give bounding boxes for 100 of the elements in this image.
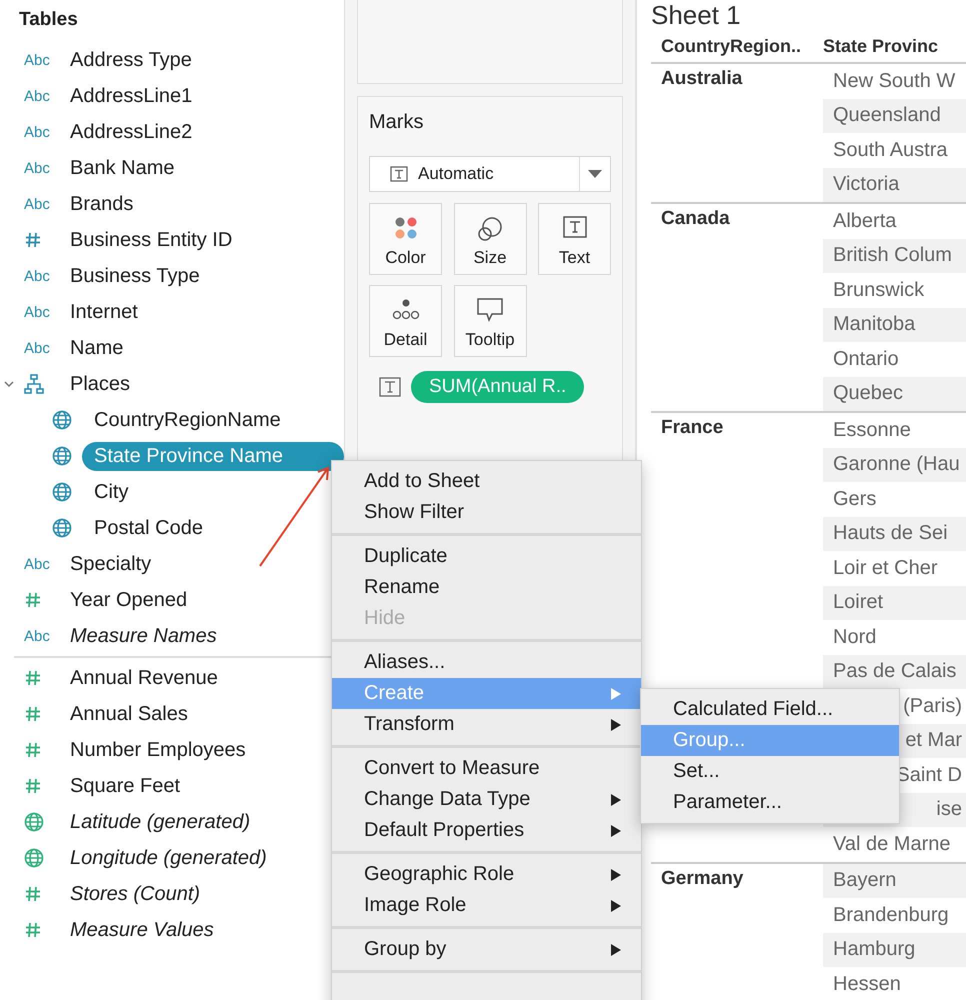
menu-item[interactable]: Aliases... <box>332 647 641 678</box>
field-item[interactable]: Annual Sales <box>58 700 200 728</box>
field-item[interactable]: Measure Names <box>58 622 229 650</box>
submenu-arrow-icon <box>611 688 621 700</box>
menu-item[interactable]: Calculated Field... <box>641 694 899 725</box>
table-cell: Loir et Cher <box>833 556 938 580</box>
string-type-icon: Abc <box>24 88 50 104</box>
field-item[interactable]: Latitude (generated) <box>58 808 262 836</box>
text-mark-icon <box>390 166 408 182</box>
field-item[interactable]: Number Employees <box>58 736 258 764</box>
field-item[interactable]: Internet <box>58 298 150 326</box>
mark-property-button[interactable]: Size <box>454 203 526 275</box>
string-type-icon: Abc <box>24 304 50 320</box>
field-item[interactable]: AddressLine2 <box>58 118 204 146</box>
field-item[interactable]: Year Opened <box>58 586 200 614</box>
menu-item[interactable]: Parameter... <box>641 787 899 818</box>
submenu-arrow-icon <box>611 794 621 806</box>
table-cell: France <box>661 417 724 438</box>
menu-item[interactable]: Set... <box>641 756 899 787</box>
table-cell: Val de Marne <box>833 832 950 856</box>
field-item[interactable]: Measure Values <box>58 916 226 944</box>
table-cell: Australia <box>661 68 742 89</box>
submenu-arrow-icon <box>611 718 621 730</box>
field-item[interactable]: City <box>82 478 140 506</box>
string-type-icon: Abc <box>24 160 50 176</box>
field-item[interactable]: Address Type <box>58 46 204 74</box>
column-header: CountryRegion.. <box>660 36 802 56</box>
table-cell: ise <box>936 798 962 822</box>
table-cell: et Mar <box>905 729 962 752</box>
menu-item[interactable]: Image Role <box>332 890 641 921</box>
table-cell: Brandenburg <box>833 904 949 927</box>
menu-item[interactable]: Change Data Type <box>332 784 641 815</box>
menu-item[interactable]: Default Properties <box>332 815 641 846</box>
field-item[interactable]: State Province Name <box>82 442 344 470</box>
table-cell: Essonne <box>833 418 911 442</box>
string-type-icon: Abc <box>24 124 50 140</box>
field-item[interactable]: Brands <box>58 190 146 218</box>
menu-item[interactable]: Transform <box>332 709 641 740</box>
circles-icon <box>477 216 503 242</box>
string-type-icon: Abc <box>24 52 50 68</box>
table-cell: Brunswick <box>833 278 924 302</box>
menu-item[interactable]: Group by <box>332 934 641 965</box>
table-cell: Hessen <box>833 972 901 996</box>
table-cell: New South W <box>833 70 956 93</box>
table-cell: Canada <box>661 208 730 229</box>
submenu-arrow-icon <box>611 868 621 880</box>
text-mark-icon <box>379 377 401 397</box>
text-icon <box>562 216 586 238</box>
string-type-icon: Abc <box>24 628 50 644</box>
menu-item[interactable]: Geographic Role <box>332 859 641 890</box>
menu-item[interactable]: Convert to Measure <box>332 753 641 784</box>
table-cell: Gers <box>833 488 876 511</box>
field-item[interactable]: Name <box>58 334 136 362</box>
table-cell: Hamburg <box>833 938 916 962</box>
mark-property-button[interactable]: Tooltip <box>454 285 526 357</box>
field-item[interactable]: Longitude (generated) <box>58 844 279 872</box>
table-cell: (Paris) <box>903 694 962 718</box>
field-item[interactable]: Annual Revenue <box>58 664 230 692</box>
table-cell: Nord <box>833 626 876 649</box>
table-cell: South Austra <box>833 138 948 162</box>
field-item[interactable]: Square Feet <box>58 772 192 800</box>
table-cell: Ontario <box>833 348 899 371</box>
table-cell: Hauts de Sei <box>833 522 948 546</box>
mark-property-button[interactable]: Detail <box>369 285 442 357</box>
field-item[interactable]: Places <box>58 370 142 398</box>
panel-title: Tables <box>18 8 79 32</box>
dropdown-value: Automatic <box>418 164 495 184</box>
table-cell: Queensland <box>833 104 941 128</box>
table-cell: Germany <box>661 868 744 888</box>
table-cell: Garonne (Hau <box>833 453 960 476</box>
field-item[interactable]: Postal Code <box>82 514 215 542</box>
string-type-icon: Abc <box>24 340 50 356</box>
mark-property-button[interactable]: Color <box>369 203 442 275</box>
color-dots-icon <box>394 216 418 240</box>
field-item[interactable]: Business Entity ID <box>58 226 244 254</box>
field-item[interactable]: Specialty <box>58 550 164 578</box>
table-cell: Loiret <box>833 591 884 614</box>
string-type-icon: Abc <box>24 556 50 572</box>
field-item[interactable]: Stores (Count) <box>58 880 212 908</box>
submenu-arrow-icon <box>611 944 621 956</box>
menu-item[interactable]: Duplicate <box>332 541 641 572</box>
table-cell: Manitoba <box>833 313 916 336</box>
string-type-icon: Abc <box>24 196 50 212</box>
menu-item[interactable]: Show Filter <box>332 497 641 528</box>
table-cell: Pas de Calais <box>833 660 956 684</box>
field-item[interactable]: CountryRegionName <box>82 406 293 434</box>
table-cell: British Colum <box>833 244 952 268</box>
field-item[interactable]: AddressLine1 <box>58 82 204 110</box>
column-header: State Provinc <box>823 36 938 56</box>
mark-property-button[interactable]: Text <box>538 203 611 275</box>
mark-type-dropdown[interactable]: Automatic <box>369 156 611 192</box>
table-cell: Alberta <box>833 210 896 233</box>
string-type-icon: Abc <box>24 268 50 284</box>
field-item[interactable]: Bank Name <box>58 154 186 182</box>
detail-dots-icon <box>392 298 420 320</box>
menu-item[interactable]: Rename <box>332 572 641 603</box>
table-cell: Bayern <box>833 869 896 892</box>
table-cell: Quebec <box>833 382 904 406</box>
caret-icon <box>588 170 602 178</box>
field-item[interactable]: Business Type <box>58 262 212 290</box>
